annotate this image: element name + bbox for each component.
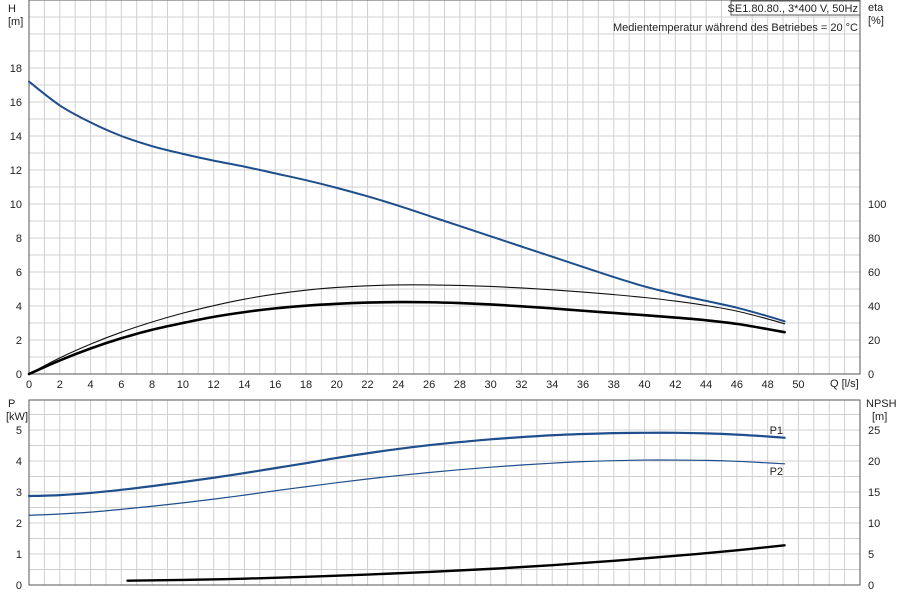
eta-thin-curve [28,284,786,375]
tick-label-eta: 80 [868,233,880,245]
tick-label-power: 4 [16,456,22,468]
tick-label-npsh: 15 [868,487,880,499]
tick-label-flow: 18 [300,379,312,391]
npsh-axis-label: NPSH [866,398,897,410]
tick-label-eta: 60 [868,267,880,279]
tick-label-head: 16 [10,97,22,109]
tick-label-head: 18 [10,63,22,75]
tick-label-flow: 36 [577,379,589,391]
tick-label-power: 3 [16,487,22,499]
p1-series-label: P1 [770,425,783,437]
tick-label-flow: 42 [669,379,681,391]
tick-label-head: 8 [16,233,22,245]
tick-label-eta: 100 [868,199,886,211]
tick-label-flow: 10 [177,379,189,391]
curve-layer [27,80,786,582]
eta-axis-unit: [%] [868,15,884,27]
tick-label-eta: 0 [868,369,874,381]
tick-label-flow: 0 [26,379,32,391]
grid-layer [29,0,860,585]
tick-label-npsh: 0 [868,580,874,592]
power-axis-label: P [8,398,15,410]
tick-label-flow: 20 [331,379,343,391]
pump-performance-chart: H [m] eta [%] Q [l/s] Medientemperatur w… [0,0,900,600]
tick-label-flow: 40 [638,379,650,391]
tick-label-npsh: 25 [868,425,880,437]
tick-label-eta: 20 [868,335,880,347]
tick-label-flow: 16 [269,379,281,391]
tick-label-eta: 40 [868,301,880,313]
eta-thick-curve [27,300,786,376]
p1-curve [27,431,786,498]
temperature-note: Medientemperatur während des Betriebes =… [613,22,858,34]
tick-label-flow: 38 [608,379,620,391]
tick-label-head: 6 [16,267,22,279]
flow-axis-label: Q [l/s] [830,378,859,390]
tick-label-power: 5 [16,425,22,437]
tick-label-flow: 44 [700,379,712,391]
model-label: SE1.80.80., 3*400 V, 50Hz [728,3,858,15]
tick-label-flow: 24 [392,379,404,391]
tick-label-npsh: 5 [868,549,874,561]
tick-label-flow: 26 [423,379,435,391]
tick-label-flow: 2 [57,379,63,391]
chart-svg: H [m] eta [%] Q [l/s] Medientemperatur w… [6,0,897,592]
tick-label-flow: 46 [731,379,743,391]
tick-label-flow: 14 [238,379,250,391]
tick-label-head: 14 [10,131,22,143]
tick-label-flow: 34 [546,379,558,391]
tick-label-flow: 28 [454,379,466,391]
tick-label-flow: 4 [87,379,93,391]
tick-label-head: 0 [16,369,22,381]
tick-label-npsh: 10 [868,518,880,530]
tick-label-flow: 8 [149,379,155,391]
eta-axis-label: eta [868,2,884,14]
tick-label-flow: 50 [792,379,804,391]
tick-label-power: 0 [16,580,22,592]
head-axis-unit: [m] [8,16,23,28]
tick-label-flow: 48 [762,379,774,391]
tick-label-flow: 6 [118,379,124,391]
tick-label-head: 12 [10,165,22,177]
tick-label-head: 2 [16,335,22,347]
tick-label-flow: 30 [485,379,497,391]
head-axis-label: H [8,3,16,15]
tick-label-power: 2 [16,518,22,530]
tick-label-head: 4 [16,301,22,313]
tick-label-head: 10 [10,199,22,211]
npsh-axis-unit: [m] [872,411,887,423]
tick-label-power: 1 [16,549,22,561]
label-layer: H [m] eta [%] Q [l/s] Medientemperatur w… [6,2,897,478]
p2-series-label: P2 [770,466,783,478]
power-axis-unit: [kW] [6,411,28,423]
npsh-curve [126,544,786,582]
tick-label-flow: 32 [515,379,527,391]
tick-label-flow: 12 [208,379,220,391]
tick-label-npsh: 20 [868,456,880,468]
tick-label-flow: 22 [361,379,373,391]
